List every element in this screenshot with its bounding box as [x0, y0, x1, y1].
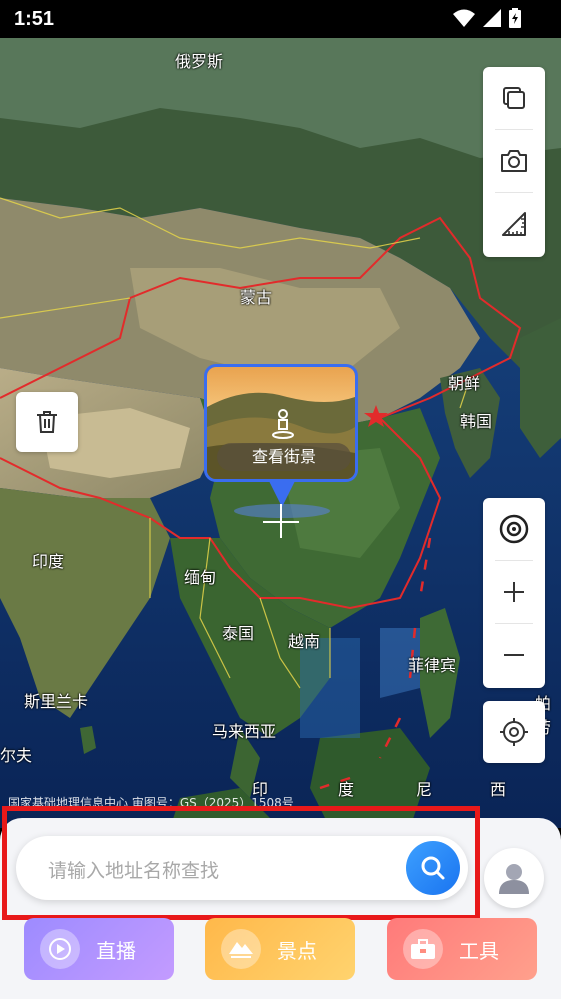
map-label-south-korea: 韩国: [460, 412, 493, 431]
cellular-icon: [483, 9, 501, 27]
layers-button[interactable]: [483, 67, 545, 129]
live-button[interactable]: 直播: [24, 918, 174, 980]
status-time: 1:51: [14, 8, 55, 30]
map-label-indonesia-2: 度: [338, 780, 355, 799]
trash-icon: [37, 411, 57, 433]
user-avatar-button[interactable]: [484, 848, 544, 908]
play-icon: [40, 929, 80, 969]
map-label-indonesia-4: 西: [490, 780, 507, 799]
map-label-maldives: 尔夫: [0, 746, 33, 765]
ruler-icon: [502, 212, 526, 236]
highlight-box: [2, 806, 480, 920]
map-label-mongolia: 蒙古: [240, 288, 273, 307]
map-label-vietnam: 越南: [288, 632, 321, 651]
locate-card: [483, 701, 545, 763]
map-label-myanmar: 缅甸: [184, 568, 217, 587]
eye-icon: [499, 514, 529, 544]
screenshot-button[interactable]: [483, 130, 545, 192]
camera-icon: [501, 150, 527, 172]
locate-button[interactable]: [483, 701, 545, 763]
map-label-north-korea: 朝鲜: [448, 374, 481, 393]
user-icon: [499, 864, 529, 894]
map-center-crosshair-vertical: [280, 504, 282, 538]
plus-icon: [504, 582, 524, 602]
map-label-russia: 俄罗斯: [175, 52, 224, 71]
map-label-philippines: 菲律宾: [408, 656, 457, 675]
map-label-sri-lanka: 斯里兰卡: [24, 692, 89, 711]
crosshair-icon: [500, 718, 528, 746]
scenic-button[interactable]: 景点: [205, 918, 355, 980]
street-view-preview[interactable]: 查看街景: [204, 364, 358, 482]
zoom-in-button[interactable]: [483, 561, 545, 623]
toolbox-icon: [403, 929, 443, 969]
map-label-thailand: 泰国: [222, 624, 255, 643]
street-view-marker-base: [234, 504, 330, 518]
status-icons: [453, 8, 521, 28]
mountain-icon: [221, 929, 261, 969]
tools-label: 工具: [459, 938, 499, 963]
status-bar: 1:51: [0, 0, 561, 38]
map-label-malaysia: 马来西亚: [212, 722, 277, 741]
measure-button[interactable]: [483, 193, 545, 255]
map-label-indonesia-3: 尼: [416, 780, 433, 799]
street-view-toggle[interactable]: [483, 498, 545, 560]
map-label-india: 印度: [32, 552, 65, 571]
layers-icon: [503, 87, 525, 109]
wifi-icon: [453, 9, 475, 27]
map-toolbar-zoom: [483, 498, 545, 688]
street-view-label: 查看街景: [217, 443, 351, 471]
tools-button[interactable]: 工具: [387, 918, 537, 980]
pegman-icon: [272, 409, 294, 439]
live-label: 直播: [96, 938, 136, 963]
battery-icon: [509, 8, 521, 28]
map-toolbar-top: [483, 67, 545, 257]
scenic-label: 景点: [277, 938, 317, 963]
minus-icon: [504, 654, 524, 656]
clear-button[interactable]: [16, 392, 78, 452]
zoom-out-button[interactable]: [483, 624, 545, 686]
